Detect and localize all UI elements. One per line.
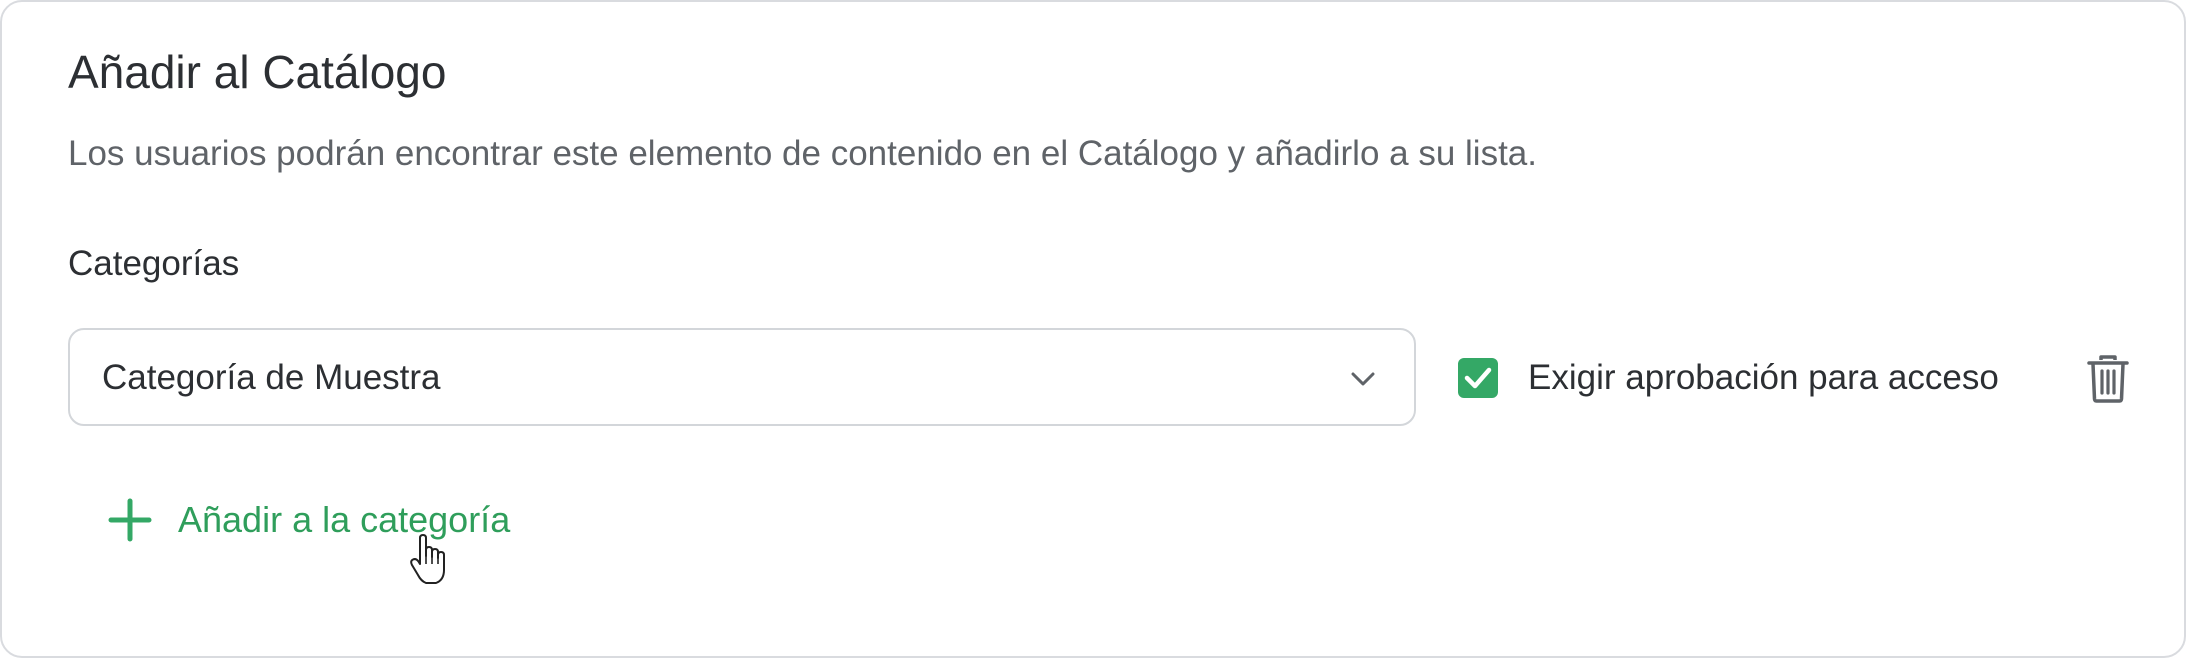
require-approval-checkbox[interactable] — [1458, 358, 1498, 398]
category-select[interactable]: Categoría de Muestra — [68, 328, 1416, 426]
plus-icon — [108, 498, 152, 542]
card-title: Añadir al Catálogo — [68, 46, 447, 98]
trash-icon[interactable] — [2086, 354, 2130, 404]
checkmark-icon — [1464, 367, 1492, 389]
require-approval-label[interactable]: Exigir aprobación para acceso — [1528, 354, 1999, 402]
category-select-value: Categoría de Muestra — [102, 358, 441, 397]
hand-cursor-icon — [410, 534, 445, 584]
categories-label: Categorías — [68, 244, 240, 283]
card-description: Los usuarios podrán encontrar este eleme… — [68, 134, 1537, 173]
add-to-category-label: Añadir a la categoría — [178, 499, 511, 540]
chevron-down-icon — [1351, 372, 1375, 386]
add-to-catalog-card: Añadir al Catálogo Los usuarios podrán e… — [0, 0, 2186, 658]
